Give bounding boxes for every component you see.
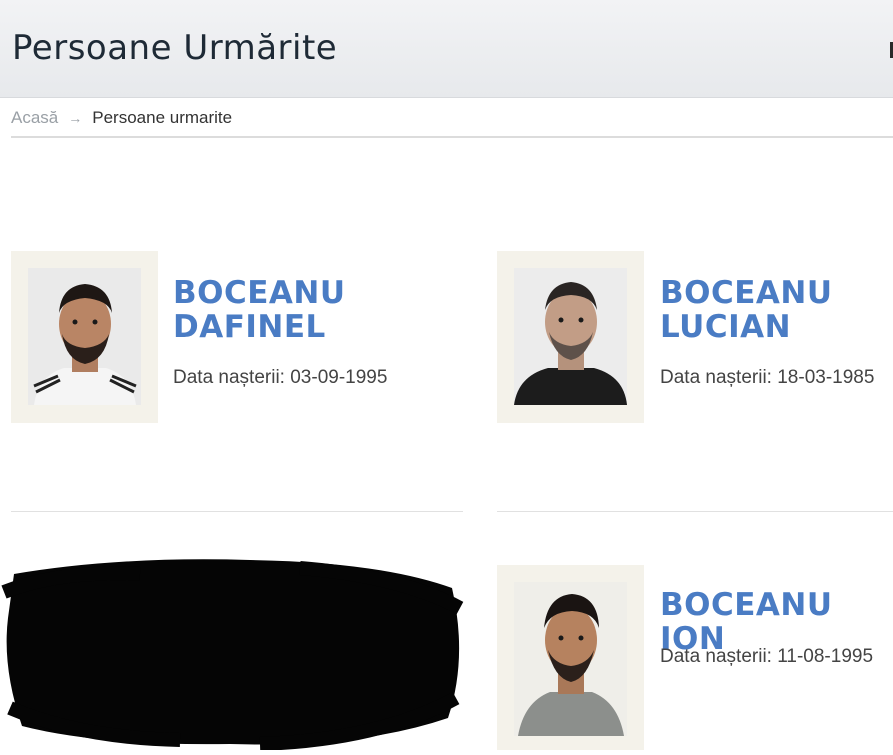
person-portrait-image (514, 268, 627, 405)
person-name[interactable]: BOCEANU LUCIAN (660, 276, 833, 344)
birth-value: 18-03-1985 (777, 367, 875, 388)
birth-value: 11-08-1995 (777, 646, 874, 667)
person-photo-frame (497, 251, 644, 423)
birth-label: Data nașterii: (660, 646, 772, 667)
birth-value: 03-09-1995 (290, 367, 388, 388)
person-photo[interactable] (28, 268, 141, 405)
breadcrumb-home-link[interactable]: Acasă (11, 108, 58, 128)
birth-label: Data nașterii: (173, 367, 285, 388)
row-divider (11, 511, 463, 512)
person-name-line[interactable]: DAFINEL (173, 310, 346, 344)
person-photo-frame (11, 251, 158, 423)
person-name[interactable]: BOCEANU DAFINEL (173, 276, 346, 344)
person-birth-date: Data nașterii: 11-08-1995 (660, 646, 873, 668)
person-birth-date: Data nașterii: 18-03-1985 (660, 367, 874, 389)
person-name-line[interactable]: LUCIAN (660, 310, 833, 344)
person-photo[interactable] (514, 268, 627, 405)
row-divider (497, 511, 893, 512)
person-name-line[interactable]: BOCEANU (173, 276, 346, 310)
person-name-line[interactable]: BOCEANU (660, 276, 833, 310)
birth-label: Data nașterii: (660, 367, 772, 388)
page-header: Persoane Urmărite (0, 0, 893, 98)
breadcrumb-divider (11, 136, 893, 138)
redaction-scribble (1, 559, 464, 751)
person-photo[interactable] (514, 582, 627, 736)
redacted-card (0, 548, 470, 755)
person-birth-date: Data nașterii: 03-09-1995 (173, 367, 387, 389)
person-photo-frame (497, 565, 644, 750)
page-title: Persoane Urmărite (12, 28, 338, 68)
breadcrumb-current: Persoane urmarite (92, 108, 233, 127)
person-portrait-image (28, 268, 141, 405)
breadcrumb: Acasă → Persoane urmarite (11, 107, 232, 129)
arrow-right-icon: → (68, 110, 83, 126)
person-portrait-image (514, 582, 627, 736)
